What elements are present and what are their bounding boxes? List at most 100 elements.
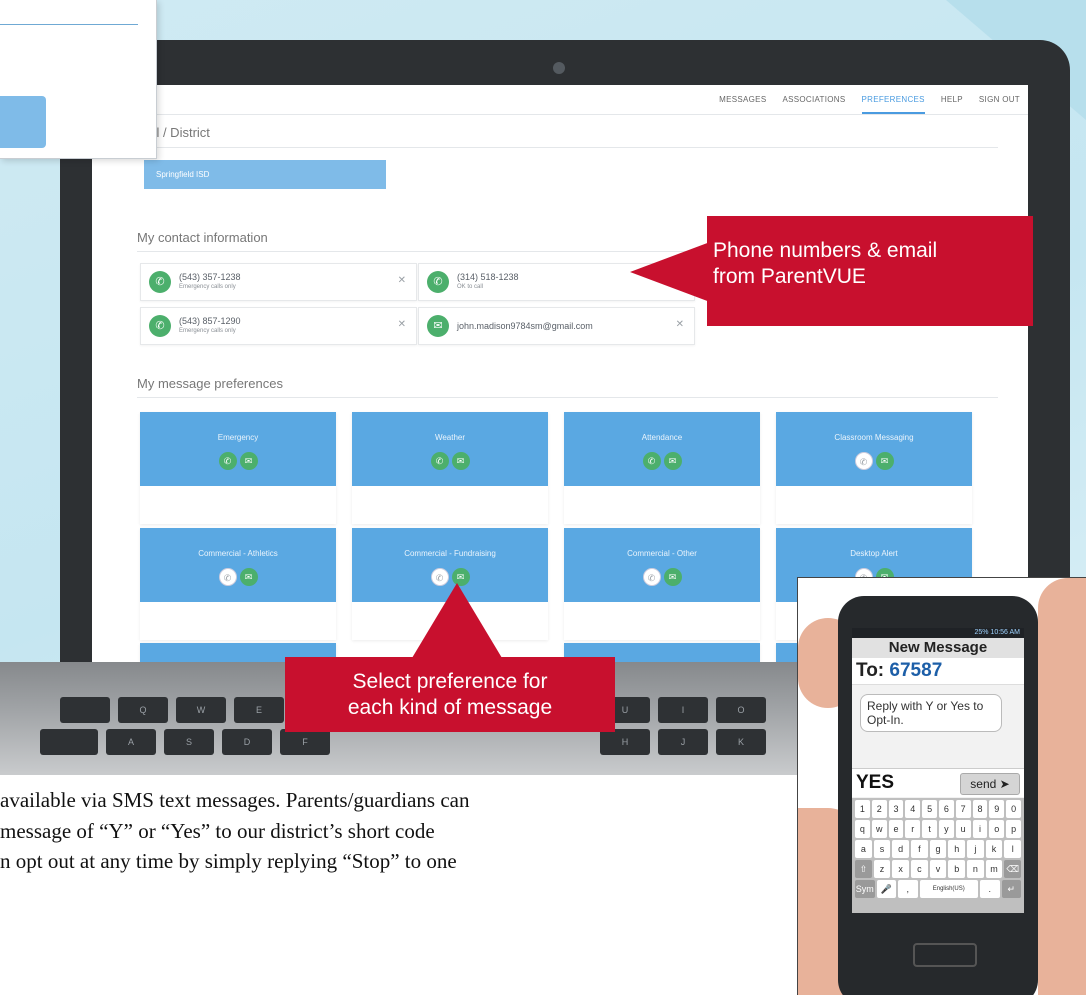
key[interactable]: h	[948, 840, 966, 858]
contact-callout: Phone numbers & email from ParentVUE	[707, 216, 1033, 326]
email-icon[interactable]: ✉	[451, 452, 470, 470]
key[interactable]: 9	[989, 800, 1005, 818]
pref-card-classroom[interactable]: Classroom Messaging ✆ ✉	[776, 412, 972, 524]
key[interactable]: v	[929, 860, 947, 878]
nav-sign-out[interactable]: SIGN OUT	[979, 95, 1020, 114]
key[interactable]: 4	[905, 800, 921, 818]
email-icon[interactable]: ✉	[239, 568, 258, 586]
key[interactable]: j	[967, 840, 984, 858]
pref-card-athletics[interactable]: Commercial - Athletics ✆ ✉	[140, 528, 336, 640]
key[interactable]: 7	[955, 800, 971, 818]
key[interactable]: 8	[972, 800, 988, 818]
phone-icon[interactable]: ✆	[430, 452, 449, 470]
pref-card-other[interactable]: Commercial - Other ✆ ✉	[564, 528, 760, 640]
phone-icon[interactable]: ✆	[642, 568, 661, 586]
key[interactable]: i	[972, 820, 988, 838]
key: S	[164, 729, 214, 755]
key[interactable]: 3	[888, 800, 904, 818]
email-icon[interactable]: ✉	[875, 452, 894, 470]
key[interactable]: e	[888, 820, 904, 838]
key: H	[600, 729, 650, 755]
key[interactable]: 5	[922, 800, 937, 818]
home-button[interactable]	[913, 943, 977, 967]
key: A	[106, 729, 156, 755]
key[interactable]: u	[955, 820, 971, 838]
paragraph-line: n opt out at any time by simply replying…	[0, 849, 457, 873]
space-key[interactable]: English(US)	[919, 880, 978, 898]
input-underline[interactable]	[0, 24, 138, 25]
backspace-key[interactable]: ⌫	[1004, 860, 1022, 878]
mic-icon[interactable]: 🎤	[876, 880, 896, 898]
divider	[137, 397, 998, 398]
phone-icon[interactable]: ✆	[642, 452, 661, 470]
key[interactable]: 1	[855, 800, 870, 818]
key: I	[658, 697, 708, 723]
key[interactable]: d	[892, 840, 910, 858]
key[interactable]: x	[892, 860, 910, 878]
phone-icon[interactable]: ✆	[854, 452, 873, 470]
email-icon[interactable]: ✉	[663, 568, 682, 586]
key[interactable]: z	[873, 860, 891, 878]
district-select[interactable]: Springfield ISD	[144, 160, 386, 189]
key[interactable]: 2	[871, 800, 887, 818]
key[interactable]: b	[948, 860, 966, 878]
key[interactable]: l	[1004, 840, 1022, 858]
enter-key[interactable]: ↵	[1001, 880, 1021, 898]
nav-messages[interactable]: MESSAGES	[719, 95, 766, 114]
pref-card-attendance[interactable]: Attendance ✆ ✉	[564, 412, 760, 524]
input-text: YES	[856, 772, 895, 793]
remove-icon[interactable]: ✕	[676, 319, 684, 330]
key[interactable]: w	[871, 820, 887, 838]
contact-card[interactable]: ✆ (543) 357-1238 Emergency calls only ✕	[140, 263, 417, 301]
key[interactable]: n	[967, 860, 984, 878]
key[interactable]: t	[922, 820, 937, 838]
phone-icon[interactable]: ✆	[218, 452, 237, 470]
paragraph-line: available via SMS text messages. Parents…	[0, 788, 470, 812]
key: E	[234, 697, 284, 723]
callout-line: from ParentVUE	[713, 265, 866, 288]
key[interactable]: 0	[1006, 800, 1021, 818]
phone-screen: 25% 10:56 AM New Message To: 67587 Reply…	[852, 628, 1024, 913]
key[interactable]: p	[1006, 820, 1021, 838]
pref-card-emergency[interactable]: Emergency ✆ ✉	[140, 412, 336, 524]
key[interactable]: r	[905, 820, 921, 838]
key[interactable]: a	[855, 840, 872, 858]
key[interactable]: o	[989, 820, 1005, 838]
status-bar: 25% 10:56 AM	[852, 628, 1024, 638]
message-input[interactable]: YES send ➤	[852, 768, 1024, 797]
pref-card-weather[interactable]: Weather ✆ ✉	[352, 412, 548, 524]
message-bubble: Reply with Y or Yes to Opt-In.	[860, 694, 1002, 732]
key[interactable]: g	[929, 840, 947, 858]
key[interactable]: k	[985, 840, 1003, 858]
send-button[interactable]: send ➤	[960, 773, 1020, 795]
key[interactable]: f	[911, 840, 928, 858]
pref-label: Classroom Messaging	[834, 433, 914, 442]
dialog-button[interactable]	[0, 96, 46, 148]
body-paragraph: available via SMS text messages. Parents…	[0, 785, 790, 877]
key[interactable]: s	[873, 840, 891, 858]
phone-icon[interactable]: ✆	[218, 568, 237, 586]
nav-help[interactable]: HELP	[941, 95, 963, 114]
recipient-field[interactable]: To: 67587	[852, 658, 1024, 685]
phone-icon: ✆	[149, 271, 171, 293]
contact-card[interactable]: ✉ john.madison9784sm@gmail.com ✕	[418, 307, 695, 345]
remove-icon[interactable]: ✕	[398, 275, 406, 286]
key[interactable]: y	[938, 820, 954, 838]
sym-key[interactable]: Sym	[855, 880, 875, 898]
email-icon[interactable]: ✉	[663, 452, 682, 470]
key[interactable]: q	[855, 820, 870, 838]
key[interactable]: c	[911, 860, 928, 878]
send-arrow-icon: ➤	[999, 777, 1010, 791]
email-icon[interactable]: ✉	[239, 452, 258, 470]
shift-key[interactable]: ⇧	[855, 860, 872, 878]
remove-icon[interactable]: ✕	[398, 319, 406, 330]
nav-preferences[interactable]: PREFERENCES	[861, 95, 925, 114]
pref-label: Commercial - Athletics	[198, 549, 278, 558]
key[interactable]: ,	[898, 880, 918, 898]
key[interactable]: 6	[938, 800, 954, 818]
contact-card[interactable]: ✆ (543) 857-1290 Emergency calls only ✕	[140, 307, 417, 345]
key[interactable]: m	[985, 860, 1003, 878]
nav-associations[interactable]: ASSOCIATIONS	[782, 95, 845, 114]
key[interactable]: .	[980, 880, 1000, 898]
phone-icon: ✆	[427, 271, 449, 293]
